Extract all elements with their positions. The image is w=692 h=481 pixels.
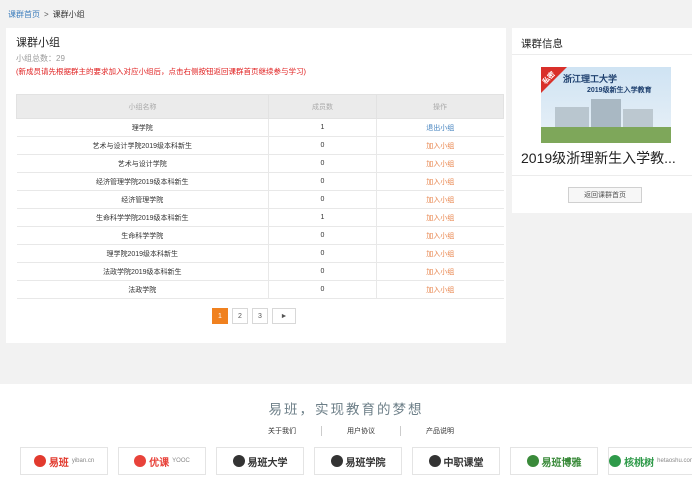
group-count: 小组总数：29 bbox=[16, 54, 65, 63]
group-name: 经济管理学院2019级本科新生 bbox=[16, 172, 269, 191]
member-count: 0 bbox=[268, 262, 377, 281]
table-row: 生命科学学院 0 加入小组 bbox=[16, 226, 504, 245]
partner-name: 优课 bbox=[149, 457, 170, 469]
partner-logo-link[interactable]: 易班大学 bbox=[216, 447, 304, 475]
page-button-3[interactable]: 3 bbox=[252, 308, 268, 324]
divider bbox=[512, 175, 692, 176]
table-row: 经济管理学院2019级本科新生 0 加入小组 bbox=[16, 172, 504, 191]
page-title: 课群小组 bbox=[16, 37, 60, 49]
group-list-panel: 课群小组 小组总数：29 (新成员请先根据群主的要求加入对应小组后，点击右侧按钮… bbox=[6, 28, 506, 343]
join-group-link[interactable]: 加入小组 bbox=[426, 197, 454, 204]
group-name: 法政学院2019级本科新生 bbox=[16, 262, 269, 281]
group-name: 艺术与设计学院2019级本科新生 bbox=[16, 136, 269, 155]
member-count: 1 bbox=[268, 118, 377, 137]
member-count: 0 bbox=[268, 244, 377, 263]
footer-link-about[interactable]: 关于我们 bbox=[243, 426, 321, 436]
table-row: 生命科学学院2019级本科新生 1 加入小组 bbox=[16, 208, 504, 227]
breadcrumb-separator: > bbox=[44, 10, 49, 19]
course-name[interactable]: 2019级浙理新生入学教... bbox=[521, 148, 692, 168]
group-name: 生命科学学院2019级本科新生 bbox=[16, 208, 269, 227]
partner-subtitle: yiban.cn bbox=[71, 458, 95, 464]
member-count: 0 bbox=[268, 280, 377, 299]
table-row: 理学院2019级本科新生 0 加入小组 bbox=[16, 244, 504, 263]
footer-slogan: 易班，实现教育的梦想 bbox=[268, 402, 424, 418]
member-count: 0 bbox=[268, 154, 377, 173]
breadcrumb-home-link[interactable]: 课群首页 bbox=[8, 10, 40, 19]
partner-logo-link[interactable]: 易班学院 bbox=[314, 447, 402, 475]
partner-name: 易班博雅 bbox=[541, 457, 582, 469]
join-group-link[interactable]: 加入小组 bbox=[426, 161, 454, 168]
member-count: 0 bbox=[268, 190, 377, 209]
column-header-count: 成员数 bbox=[268, 94, 377, 119]
member-count: 1 bbox=[268, 208, 377, 227]
group-table: 小组名称 成员数 操作 理学院 1 退出小组 艺术与设计学院2019级本科新生 0 加入小… bbox=[16, 94, 504, 299]
group-name: 经济管理学院 bbox=[16, 190, 269, 209]
table-header-row: 小组名称 成员数 操作 bbox=[16, 94, 504, 119]
group-name: 生命科学学院 bbox=[16, 226, 269, 245]
partner-name: 易班 bbox=[48, 457, 69, 469]
partner-logos: 易班 yiban.cn 优课 YOOC 易班大学 易班学院 中职课堂 易班博雅 核桃树 hetao… bbox=[20, 447, 692, 475]
table-row: 艺术与设计学院2019级本科新生 0 加入小组 bbox=[16, 136, 504, 155]
partner-subtitle: hetaoshu.com bbox=[657, 458, 692, 464]
join-group-link[interactable]: 加入小组 bbox=[426, 233, 454, 240]
page-button-1[interactable]: 1 bbox=[212, 308, 228, 324]
group-name: 法政学院 bbox=[16, 280, 269, 299]
course-info-title: 课群信息 bbox=[521, 38, 563, 50]
cover-school-name: 浙江理工大学 bbox=[563, 74, 618, 84]
column-header-name: 小组名称 bbox=[16, 94, 269, 119]
join-group-link[interactable]: 加入小组 bbox=[426, 251, 454, 258]
table-row: 法政学院2019级本科新生 0 加入小组 bbox=[16, 262, 504, 281]
join-group-link[interactable]: 加入小组 bbox=[426, 269, 454, 276]
yiban-university-logo-icon bbox=[232, 455, 245, 467]
partner-name: 易班大学 bbox=[247, 457, 288, 469]
group-name: 理学院2019级本科新生 bbox=[16, 244, 269, 263]
next-page-button[interactable]: ► bbox=[272, 308, 296, 324]
footer-links: 关于我们 用户协议 产品说明 bbox=[243, 426, 479, 436]
partner-logo-link[interactable]: 核桃树 hetaoshu.com bbox=[608, 447, 692, 475]
member-count: 0 bbox=[268, 172, 377, 191]
partner-name: 易班学院 bbox=[345, 457, 386, 469]
hetaoshu-logo-icon bbox=[609, 455, 622, 467]
cover-caption: 2019级新生入学教育 bbox=[587, 87, 652, 94]
new-member-notice: (新成员请先根据群主的要求加入对应小组后，点击右侧按钮返回课群首页继续参与学习) bbox=[16, 67, 306, 76]
partner-logo-link[interactable]: 易班博雅 bbox=[510, 447, 598, 475]
course-cover-image[interactable]: 私密 浙江理工大学 2019级新生入学教育 bbox=[541, 67, 671, 143]
join-group-link[interactable]: 加入小组 bbox=[426, 215, 454, 222]
leave-group-link[interactable]: 退出小组 bbox=[426, 125, 454, 132]
column-header-action: 操作 bbox=[376, 94, 504, 119]
yiban-logo-icon bbox=[33, 455, 46, 467]
yooc-logo-icon bbox=[134, 455, 147, 467]
join-group-link[interactable]: 加入小组 bbox=[426, 287, 454, 294]
breadcrumb-current: 课群小组 bbox=[52, 10, 85, 19]
breadcrumb: 课群首页 > 课群小组 bbox=[8, 9, 85, 20]
partner-name: 核桃树 bbox=[624, 457, 655, 469]
partner-name: 中职课堂 bbox=[443, 457, 484, 469]
pagination: 1 2 3 ► bbox=[212, 308, 296, 324]
footer-link-user-agreement[interactable]: 用户协议 bbox=[321, 426, 400, 436]
table-row: 艺术与设计学院 0 加入小组 bbox=[16, 154, 504, 173]
group-name: 理学院 bbox=[16, 118, 269, 137]
divider bbox=[512, 54, 692, 55]
partner-subtitle: YOOC bbox=[172, 458, 190, 464]
footer-link-product-info[interactable]: 产品说明 bbox=[400, 426, 479, 436]
table-row: 经济管理学院 0 加入小组 bbox=[16, 190, 504, 209]
table-row: 法政学院 0 加入小组 bbox=[16, 280, 504, 299]
yiban-college-logo-icon bbox=[330, 455, 343, 467]
boya-logo-icon bbox=[526, 455, 539, 467]
footer: 易班，实现教育的梦想 关于我们 用户协议 产品说明 易班 yiban.cn 优课 YO… bbox=[0, 384, 692, 481]
course-info-panel: 课群信息 私密 浙江理工大学 2019级新生入学教育 2019级浙理新生入学教.… bbox=[512, 28, 692, 213]
member-count: 0 bbox=[268, 226, 377, 245]
return-to-course-home-button[interactable]: 返回课群首页 bbox=[568, 187, 642, 203]
group-name: 艺术与设计学院 bbox=[16, 154, 269, 173]
member-count: 0 bbox=[268, 136, 377, 155]
partner-logo-link[interactable]: 中职课堂 bbox=[412, 447, 500, 475]
partner-logo-link[interactable]: 易班 yiban.cn bbox=[20, 447, 108, 475]
partner-logo-link[interactable]: 优课 YOOC bbox=[118, 447, 206, 475]
join-group-link[interactable]: 加入小组 bbox=[426, 179, 454, 186]
table-row: 理学院 1 退出小组 bbox=[16, 118, 504, 137]
join-group-link[interactable]: 加入小组 bbox=[426, 143, 454, 150]
zhongzhi-logo-icon bbox=[428, 455, 441, 467]
page-button-2[interactable]: 2 bbox=[232, 308, 248, 324]
